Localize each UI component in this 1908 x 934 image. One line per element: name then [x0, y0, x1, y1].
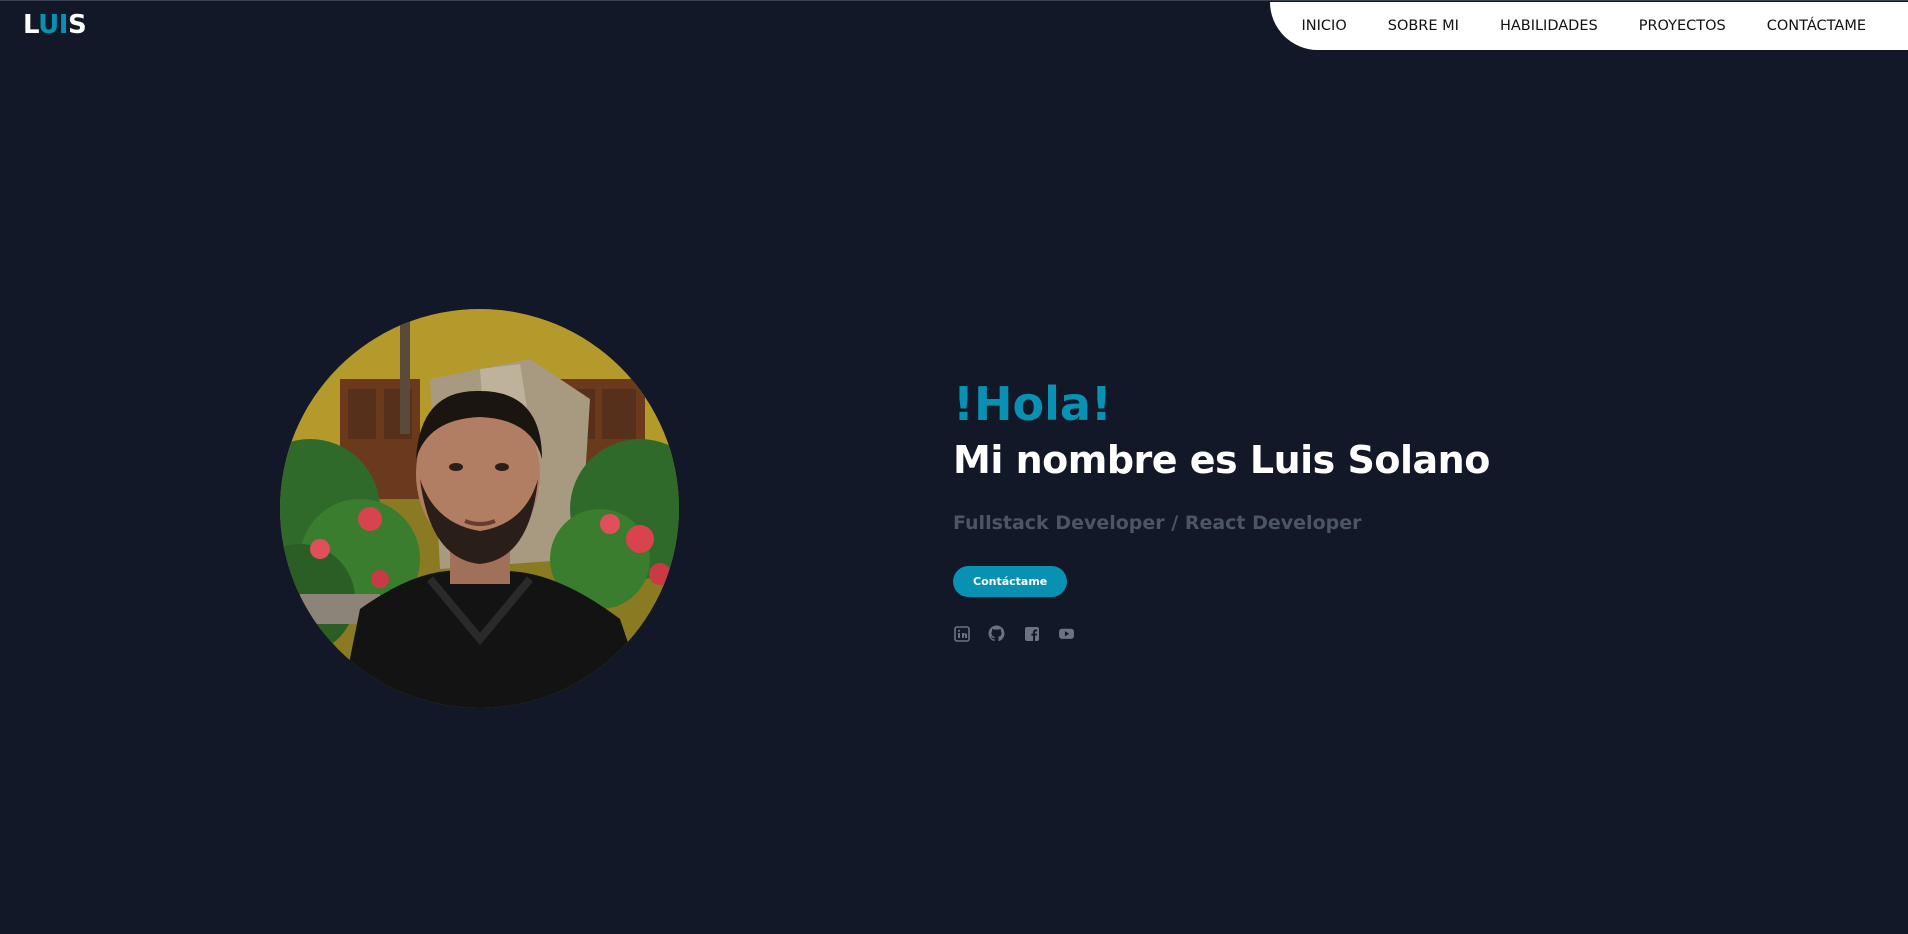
contact-button[interactable]: Contáctame — [953, 566, 1068, 597]
nav-link-proyectos[interactable]: PROYECTOS — [1639, 18, 1726, 34]
hero-name: Mi nombre es Luis Solano — [953, 438, 1490, 482]
logo-letter-l: L — [23, 10, 39, 40]
logo-letter-s: S — [67, 10, 87, 40]
youtube-link[interactable] — [1058, 625, 1075, 642]
profile-photo-illustration — [280, 309, 679, 708]
nav-link-sobre-mi[interactable]: SOBRE MI — [1388, 18, 1459, 34]
linkedin-link[interactable] — [953, 625, 970, 642]
hero-section: !Hola! Mi nombre es Luis Solano Fullstac… — [953, 376, 1490, 642]
facebook-icon — [1024, 626, 1039, 641]
logo-letters-ui: UI — [38, 10, 68, 40]
linkedin-icon — [953, 625, 970, 642]
profile-photo — [280, 309, 679, 708]
social-links — [953, 625, 1490, 642]
hero-role: Fullstack Developer / React Developer — [953, 512, 1362, 534]
nav-link-habilidades[interactable]: HABILIDADES — [1500, 18, 1598, 34]
top-navbar: INICIO SOBRE MI HABILIDADES PROYECTOS CO… — [1270, 2, 1908, 50]
page: LUIS INICIO SOBRE MI HABILIDADES PROYECT… — [0, 0, 1908, 934]
nav-link-inicio[interactable]: INICIO — [1302, 18, 1347, 34]
nav-link-contactame[interactable]: CONTÁCTAME — [1767, 18, 1866, 34]
logo[interactable]: LUIS — [23, 10, 87, 40]
youtube-icon — [1059, 628, 1074, 639]
hero-greeting: !Hola! — [953, 377, 1112, 431]
github-link[interactable] — [988, 625, 1005, 642]
github-icon — [988, 625, 1005, 642]
facebook-link[interactable] — [1023, 625, 1040, 642]
